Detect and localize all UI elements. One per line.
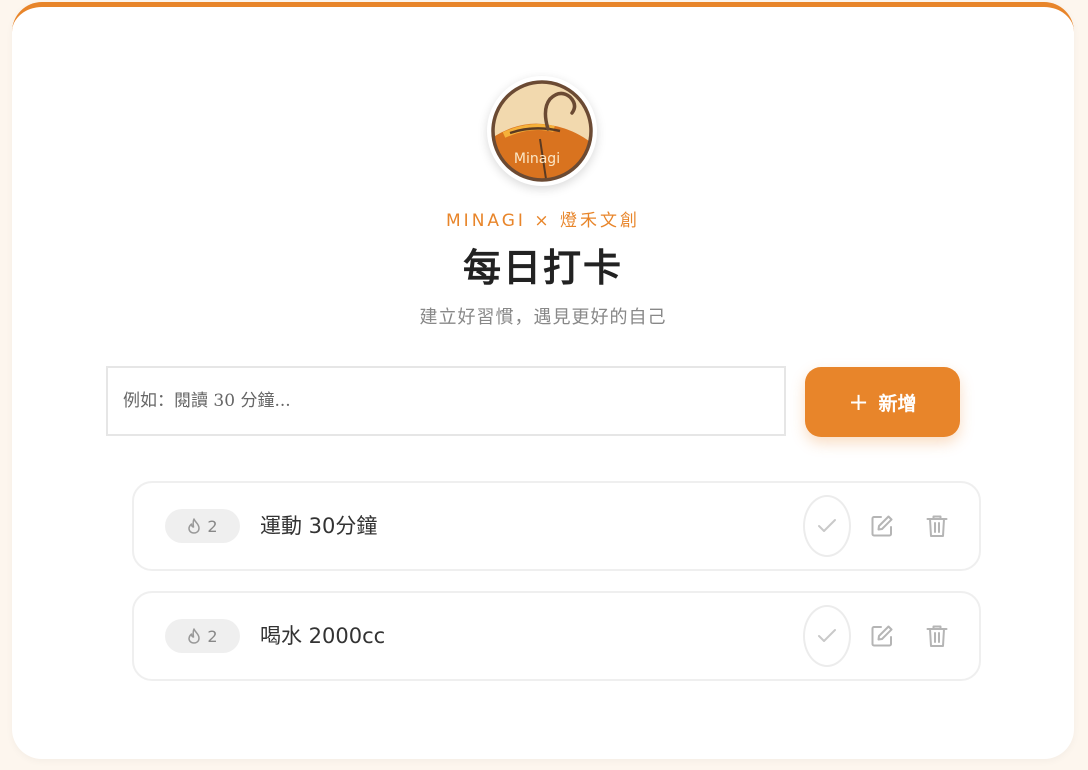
flame-icon — [188, 628, 201, 644]
new-habit-input[interactable] — [106, 366, 786, 436]
delete-button[interactable] — [922, 511, 952, 541]
main-card: Minagi MINAGI × 燈禾文創 每日打卡 建立好習慣，遇見更好的自己 … — [12, 2, 1074, 759]
brand-tagline: MINAGI × 燈禾文創 — [446, 211, 640, 231]
trash-icon — [926, 625, 948, 647]
svg-text:Minagi: Minagi — [514, 151, 560, 167]
habit-name: 喝水 2000cc — [260, 624, 386, 648]
page-title: 每日打卡 — [462, 246, 623, 290]
habit-list: 2 運動 30分鐘 2 喝水 2000cc — [132, 481, 981, 701]
flame-icon — [188, 518, 201, 534]
streak-count: 2 — [207, 626, 218, 646]
check-button[interactable] — [803, 605, 851, 667]
habit-name: 運動 30分鐘 — [260, 514, 378, 538]
edit-icon — [871, 515, 893, 537]
streak-badge: 2 — [165, 509, 240, 543]
habit-item: 2 喝水 2000cc — [132, 591, 981, 681]
minagi-logo: Minagi — [487, 76, 597, 186]
check-icon — [818, 629, 836, 642]
habit-item: 2 運動 30分鐘 — [132, 481, 981, 571]
add-habit-button[interactable]: + 新增 — [805, 367, 960, 437]
check-button[interactable] — [803, 495, 851, 557]
delete-button[interactable] — [922, 621, 952, 651]
edit-button[interactable] — [867, 621, 897, 651]
check-icon — [818, 519, 836, 532]
trash-icon — [926, 515, 948, 537]
edit-icon — [871, 625, 893, 647]
page-subtitle: 建立好習慣，遇見更好的自己 — [419, 307, 667, 328]
streak-count: 2 — [207, 516, 218, 536]
add-button-label: 新增 — [878, 392, 917, 415]
streak-badge: 2 — [165, 619, 240, 653]
edit-button[interactable] — [867, 511, 897, 541]
plus-icon: + — [848, 388, 869, 416]
